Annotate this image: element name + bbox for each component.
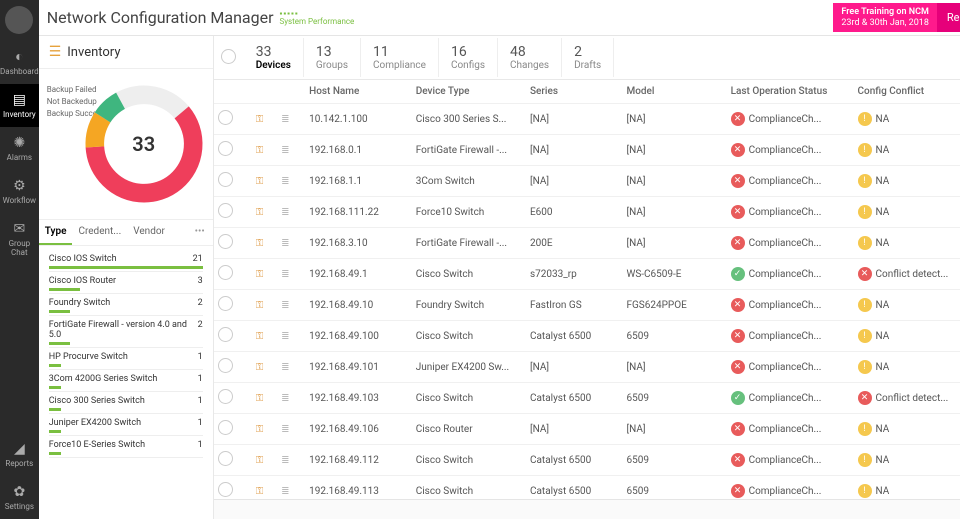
rail-dashboard[interactable]: ◐Dashboard	[0, 40, 39, 84]
rail-workflow[interactable]: ⚙Workflow	[0, 170, 39, 213]
key-icon[interactable]: ⚿	[256, 424, 264, 435]
type-row[interactable]: 3Com 4200G Series Switch1	[49, 370, 203, 392]
tab-type[interactable]: Type	[39, 220, 73, 245]
key-icon[interactable]: ⚿	[256, 331, 264, 342]
counter-drafts[interactable]: 2Drafts	[562, 38, 614, 77]
table-row[interactable]: ⚿≣192.168.49.112Cisco SwitchCatalyst 650…	[214, 445, 960, 476]
tab-credentials[interactable]: Credent...	[72, 220, 127, 245]
counter-compliance[interactable]: 11Compliance	[361, 38, 439, 77]
counter-configs[interactable]: 16Configs	[439, 38, 498, 77]
col-operation[interactable]: Last Operation Status	[727, 80, 854, 104]
counter-strip: 33Devices13Groups11Compliance16Configs48…	[214, 36, 960, 80]
table-row[interactable]: ⚿≣10.142.1.100Cisco 300 Series S...[NA][…	[214, 104, 960, 135]
rail-alarms[interactable]: ✺Alarms	[0, 127, 39, 170]
row-checkbox[interactable]	[218, 172, 233, 187]
backup-icon[interactable]: ≣	[281, 455, 289, 466]
backup-icon[interactable]: ≣	[281, 114, 289, 125]
key-icon[interactable]: ⚿	[256, 176, 264, 187]
backup-icon[interactable]: ≣	[281, 424, 289, 435]
select-all-checkbox[interactable]	[221, 49, 236, 64]
table-row[interactable]: ⚿≣192.168.49.10Foundry SwitchFastIron GS…	[214, 290, 960, 321]
col-hostname[interactable]: Host Name	[305, 80, 412, 104]
key-icon[interactable]: ⚿	[256, 362, 264, 373]
col-conflict[interactable]: Config Conflict	[854, 80, 960, 104]
table-row[interactable]: ⚿≣192.168.49.113Cisco SwitchCatalyst 650…	[214, 476, 960, 500]
counter-devices[interactable]: 33Devices	[244, 38, 304, 77]
key-icon[interactable]: ⚿	[256, 300, 264, 311]
device-grid[interactable]: Host Name Device Type Series Model Last …	[214, 80, 960, 499]
type-list: Cisco IOS Switch21Cisco IOS Router3Found…	[39, 246, 213, 519]
type-row[interactable]: Cisco IOS Router3	[49, 272, 203, 294]
training-banner[interactable]: Free Training on NCM 23rd & 30th Jan, 20…	[833, 3, 937, 32]
col-devicetype[interactable]: Device Type	[412, 80, 526, 104]
backup-icon[interactable]: ≣	[281, 145, 289, 156]
col-model[interactable]: Model	[622, 80, 726, 104]
key-icon[interactable]: ⚿	[256, 393, 264, 404]
backup-icon[interactable]: ≣	[281, 362, 289, 373]
row-checkbox[interactable]	[218, 234, 233, 249]
type-row[interactable]: Cisco 300 Series Switch1	[49, 392, 203, 414]
key-icon[interactable]: ⚿	[256, 238, 264, 249]
backup-icon[interactable]: ≣	[281, 207, 289, 218]
key-icon[interactable]: ⚿	[256, 145, 264, 156]
type-row[interactable]: Force10 E-Series Switch1	[49, 436, 203, 458]
backup-icon[interactable]: ≣	[281, 331, 289, 342]
type-row[interactable]: HP Procurve Switch1	[49, 348, 203, 370]
app-title: Network Configuration Manager	[47, 8, 274, 27]
rail-group-chat[interactable]: ✉Group Chat	[0, 213, 39, 265]
backup-icon[interactable]: ≣	[281, 269, 289, 280]
inventory-panel: ☰ Inventory Backup Failed Not Backedup B…	[39, 36, 214, 519]
table-row[interactable]: ⚿≣192.168.49.100Cisco SwitchCatalyst 650…	[214, 321, 960, 352]
rail-reports[interactable]: ◢Reports	[5, 433, 34, 476]
type-row[interactable]: Juniper EX4200 Switch1	[49, 414, 203, 436]
menu-icon[interactable]: ☰	[49, 44, 62, 60]
key-icon[interactable]: ⚿	[256, 455, 264, 466]
register-button[interactable]: Register	[937, 3, 960, 32]
tab-more[interactable]: •••	[187, 220, 213, 245]
row-checkbox[interactable]	[218, 389, 233, 404]
rail-settings[interactable]: ✿Settings	[5, 476, 34, 519]
system-performance: ▪▪▪▪▪ System Performance	[280, 10, 355, 26]
nav-rail: ◐Dashboard▤Inventory✺Alarms⚙Workflow✉Gro…	[0, 0, 39, 519]
table-row[interactable]: ⚿≣192.168.3.10FortiGate Firewall -...200…	[214, 228, 960, 259]
table-row[interactable]: ⚿≣192.168.49.101Juniper EX4200 Sw...[NA]…	[214, 352, 960, 383]
key-icon[interactable]: ⚿	[256, 114, 264, 125]
key-icon[interactable]: ⚿	[256, 269, 264, 280]
key-icon[interactable]: ⚿	[256, 486, 264, 497]
row-checkbox[interactable]	[218, 265, 233, 280]
backup-icon[interactable]: ≣	[281, 238, 289, 249]
counter-groups[interactable]: 13Groups	[304, 38, 361, 77]
rail-inventory[interactable]: ▤Inventory	[0, 84, 39, 127]
row-checkbox[interactable]	[218, 420, 233, 435]
row-checkbox[interactable]	[218, 296, 233, 311]
type-row[interactable]: Foundry Switch2	[49, 294, 203, 316]
row-checkbox[interactable]	[218, 110, 233, 125]
backup-donut: 33	[79, 79, 209, 209]
row-checkbox[interactable]	[218, 451, 233, 466]
backup-icon[interactable]: ≣	[281, 486, 289, 497]
backup-icon[interactable]: ≣	[281, 300, 289, 311]
table-row[interactable]: ⚿≣192.168.49.103Cisco SwitchCatalyst 650…	[214, 383, 960, 414]
key-icon[interactable]: ⚿	[256, 207, 264, 218]
backup-icon[interactable]: ≣	[281, 176, 289, 187]
type-row[interactable]: FortiGate Firewall - version 4.0 and 5.0…	[49, 316, 203, 348]
table-row[interactable]: ⚿≣192.168.49.106Cisco Router[NA][NA]✕Com…	[214, 414, 960, 445]
row-checkbox[interactable]	[218, 358, 233, 373]
counter-changes[interactable]: 48Changes	[498, 38, 562, 77]
row-checkbox[interactable]	[218, 327, 233, 342]
backup-icon[interactable]: ≣	[281, 393, 289, 404]
avatar[interactable]	[5, 6, 33, 34]
table-row[interactable]: ⚿≣192.168.49.1Cisco Switchs72033_rpWS-C6…	[214, 259, 960, 290]
grid-footer: « ‹ Page 1 › » View 1 - 33 of 33	[214, 499, 960, 519]
table-row[interactable]: ⚿≣192.168.111.22Force10 SwitchE600[NA]✕C…	[214, 197, 960, 228]
type-row[interactable]: Cisco IOS Switch21	[49, 250, 203, 272]
col-series[interactable]: Series	[526, 80, 622, 104]
topbar: Network Configuration Manager ▪▪▪▪▪ Syst…	[39, 0, 960, 36]
table-row[interactable]: ⚿≣192.168.1.13Com Switch[NA][NA]✕Complia…	[214, 166, 960, 197]
row-checkbox[interactable]	[218, 482, 233, 497]
row-checkbox[interactable]	[218, 203, 233, 218]
inventory-title: Inventory	[67, 45, 120, 60]
table-row[interactable]: ⚿≣192.168.0.1FortiGate Firewall -...[NA]…	[214, 135, 960, 166]
